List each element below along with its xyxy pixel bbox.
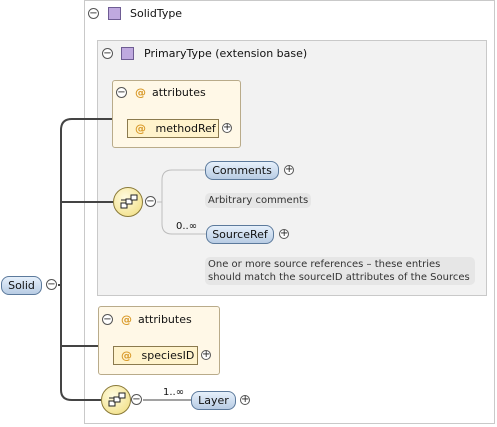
- connector-lines: [58, 118, 206, 401]
- attribute-species-id[interactable]: @ speciesID: [113, 346, 198, 365]
- element-comments[interactable]: Comments: [205, 161, 279, 180]
- source-ref-annotation-line: should match the sourceID attributes of …: [208, 272, 470, 283]
- collapse-icon[interactable]: −: [102, 314, 113, 325]
- attribute-at-icon: @: [121, 313, 132, 326]
- element-layer[interactable]: Layer: [191, 391, 236, 410]
- sequence-compositor-icon[interactable]: [101, 385, 131, 415]
- element-source-ref[interactable]: SourceRef: [206, 225, 274, 244]
- attribute-at-icon: @: [121, 349, 132, 362]
- source-ref-annotation: One or more source references – these en…: [205, 257, 475, 285]
- expand-icon[interactable]: +: [201, 350, 211, 360]
- sequence-compositor-icon[interactable]: [113, 187, 143, 217]
- attributes-label: attributes: [138, 313, 192, 326]
- source-ref-annotation-line: One or more source references – these en…: [208, 259, 441, 270]
- comments-annotation: Arbitrary comments: [205, 193, 312, 208]
- attribute-name: speciesID: [141, 349, 195, 362]
- expand-icon[interactable]: +: [279, 229, 289, 239]
- element-solid-root[interactable]: Solid: [1, 276, 42, 295]
- layer-multiplicity: 1..∞: [163, 387, 185, 398]
- expand-icon[interactable]: +: [240, 395, 250, 405]
- collapse-icon[interactable]: −: [46, 279, 57, 290]
- collapse-icon[interactable]: −: [131, 394, 142, 405]
- collapse-icon[interactable]: −: [145, 196, 156, 207]
- source-ref-multiplicity: 0..∞: [176, 221, 198, 232]
- expand-icon[interactable]: +: [284, 165, 294, 175]
